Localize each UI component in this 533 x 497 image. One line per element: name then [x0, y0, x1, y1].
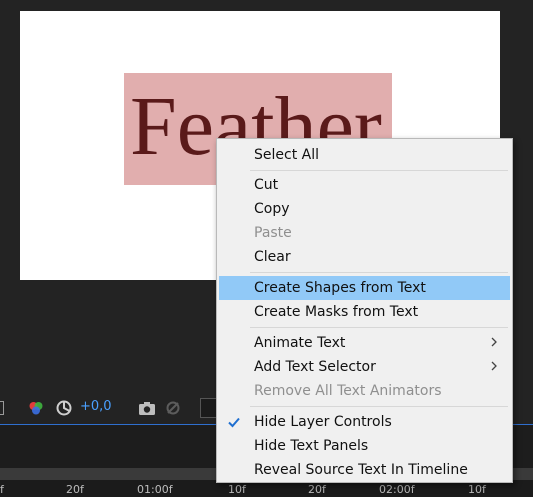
menu-item-label: Create Shapes from Text — [254, 280, 426, 296]
snapshot-icon[interactable] — [138, 400, 155, 416]
menu-item-label: Hide Layer Controls — [254, 414, 392, 430]
menu-item-hide-text-panels[interactable]: Hide Text Panels — [219, 434, 510, 458]
menu-item-label: Select All — [254, 147, 319, 163]
menu-separator — [250, 327, 508, 328]
menu-item-label: Clear — [254, 249, 291, 265]
menu-item-cut[interactable]: Cut — [219, 173, 510, 197]
ruler-label: 20f — [308, 483, 326, 496]
motion-blur-icon[interactable] — [56, 400, 72, 416]
menu-item-add-text-selector[interactable]: Add Text Selector — [219, 355, 510, 379]
menu-item-reveal-source-text[interactable]: Reveal Source Text In Timeline — [219, 458, 510, 482]
menu-separator — [250, 170, 508, 171]
ruler-label: f — [0, 483, 4, 496]
menu-item-create-masks-from-text[interactable]: Create Masks from Text — [219, 300, 510, 324]
menu-separator — [250, 272, 508, 273]
menu-item-clear[interactable]: Clear — [219, 245, 510, 269]
ruler-label: 20f — [66, 483, 84, 496]
context-menu: Select All Cut Copy Paste Clear Create S… — [216, 138, 513, 483]
ruler-label: 10f — [228, 483, 246, 496]
menu-separator — [250, 406, 508, 407]
menu-item-label: Reveal Source Text In Timeline — [254, 462, 468, 478]
menu-item-label: Hide Text Panels — [254, 438, 369, 454]
menu-item-animate-text[interactable]: Animate Text — [219, 331, 510, 355]
menu-item-select-all[interactable]: Select All — [219, 143, 510, 167]
checkmark-icon — [228, 417, 240, 428]
exposure-offset-value[interactable]: +0,0 — [80, 399, 112, 414]
chevron-right-icon — [491, 361, 497, 371]
menu-item-create-shapes-from-text[interactable]: Create Shapes from Text — [219, 276, 510, 300]
menu-item-paste: Paste — [219, 221, 510, 245]
ruler-label: 01:00f — [137, 483, 173, 496]
ruler-label: 10f — [468, 483, 486, 496]
show-snapshot-icon[interactable] — [164, 400, 180, 416]
menu-item-label: Add Text Selector — [254, 359, 376, 375]
menu-item-copy[interactable]: Copy — [219, 197, 510, 221]
menu-item-hide-layer-controls[interactable]: Hide Layer Controls — [219, 410, 510, 434]
chevron-right-icon — [491, 337, 497, 347]
menu-item-label: Create Masks from Text — [254, 304, 419, 320]
menu-item-label: Animate Text — [254, 335, 346, 351]
menu-item-remove-all-text-animators: Remove All Text Animators — [219, 379, 510, 403]
bracket-icon[interactable] — [0, 401, 4, 415]
menu-item-label: Copy — [254, 201, 290, 217]
ruler-label: 02:00f — [379, 483, 415, 496]
menu-item-label: Paste — [254, 225, 292, 241]
menu-item-label: Cut — [254, 177, 279, 193]
rgb-channels-icon[interactable] — [28, 400, 44, 416]
menu-item-label: Remove All Text Animators — [254, 383, 442, 399]
